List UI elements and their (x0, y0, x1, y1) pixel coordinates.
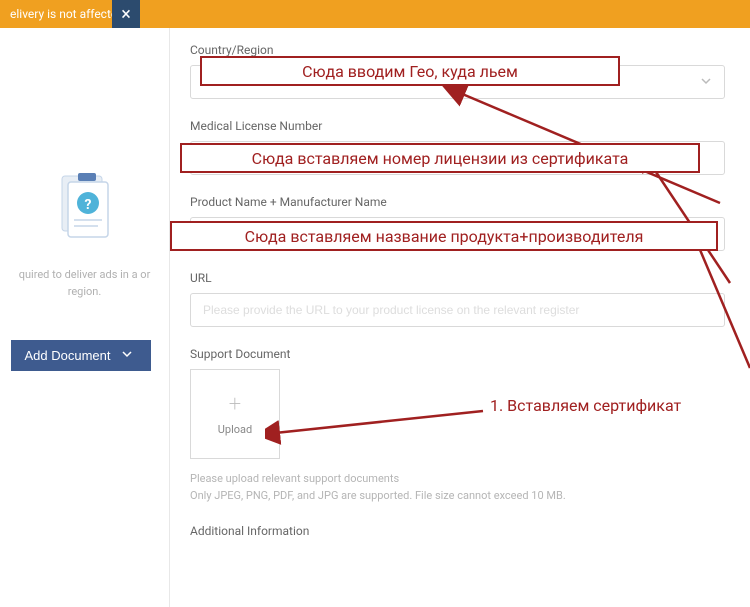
add-document-label: Add Document (25, 348, 111, 363)
sidebar-hint-text: quired to deliver ads in a or region. (8, 267, 161, 300)
svg-text:?: ? (84, 197, 91, 213)
support-document-label: Support Document (190, 347, 725, 361)
upload-label: Upload (218, 423, 252, 436)
annotation-license: Сюда вставляем номер лицензии из сертифи… (180, 143, 700, 173)
chevron-down-icon (121, 348, 133, 363)
notification-banner: elivery is not affected. × (0, 0, 750, 28)
medical-license-label: Medical License Number (190, 119, 725, 133)
url-input[interactable] (190, 293, 725, 327)
annotation-product: Сюда вставляем название продукта+произво… (170, 221, 718, 251)
plus-icon: + (229, 392, 241, 417)
upload-box[interactable]: + Upload (190, 369, 280, 459)
upload-hint: Please upload relevant support documents… (190, 471, 725, 504)
additional-info-label: Additional Information (190, 524, 725, 538)
left-sidebar: ? quired to deliver ads in a or region. … (0, 28, 170, 607)
add-document-button[interactable]: Add Document (11, 340, 151, 371)
country-region-label: Country/Region (190, 43, 725, 57)
banner-close-button[interactable]: × (112, 0, 140, 28)
annotation-geo: Сюда вводим Гео, куда льем (200, 56, 620, 86)
product-name-label: Product Name + Manufacturer Name (190, 195, 725, 209)
url-label: URL (190, 271, 725, 285)
form-panel: Country/Region Ple Medical License Numbe… (170, 28, 750, 607)
clipboard-illustration: ? (50, 168, 120, 252)
close-icon: × (121, 4, 131, 25)
chevron-down-icon (700, 75, 712, 90)
annotation-step1: 1. Вставляем сертификат (490, 396, 681, 415)
banner-text: elivery is not affected. (10, 7, 127, 21)
